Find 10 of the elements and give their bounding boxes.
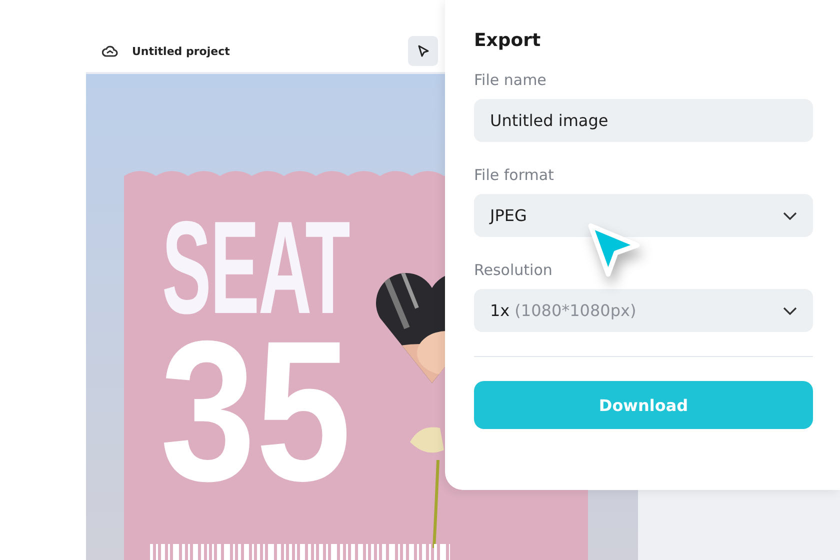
seat-headline: SEAT bbox=[162, 202, 350, 334]
dropdown-field[interactable]: JPEG bbox=[474, 194, 813, 237]
field-label: File name bbox=[474, 71, 548, 89]
file-name-field[interactable]: Untitled image bbox=[474, 99, 813, 142]
export-title: Export bbox=[474, 30, 542, 51]
project-title: Untitled project bbox=[132, 44, 231, 58]
dropdown-field[interactable]: 1x (1080*1080px) bbox=[474, 289, 813, 332]
field-label: Resolution bbox=[474, 261, 554, 279]
field-label: File format bbox=[474, 166, 555, 184]
seat-number: 35 bbox=[160, 337, 352, 487]
